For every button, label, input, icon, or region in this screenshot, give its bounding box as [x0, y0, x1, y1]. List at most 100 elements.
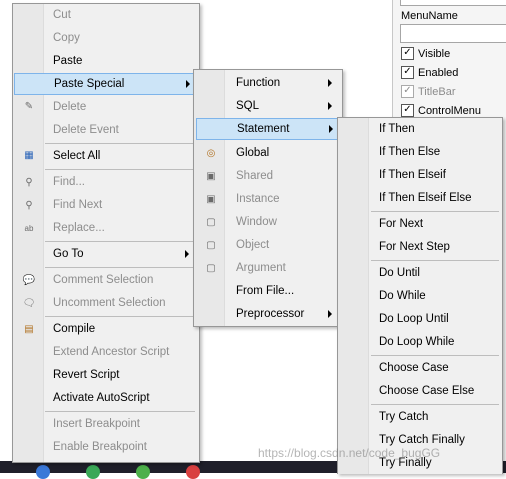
menu-item-statement[interactable]: Statement: [196, 118, 339, 140]
menu-item-if-then-elseif-else[interactable]: If Then Elseif Else: [379, 187, 471, 209]
argument-icon: ▢: [206, 263, 216, 274]
menu-item-revert-script[interactable]: Revert Script: [53, 364, 119, 386]
menu-item-label: Global: [236, 147, 270, 159]
menu-item-copy[interactable]: Copy: [53, 27, 80, 49]
controlmenu-checkbox[interactable]: ✓ ControlMenu: [401, 104, 481, 117]
menu-item-if-then-elseif[interactable]: If Then Elseif: [379, 164, 446, 186]
separator: [45, 267, 195, 268]
menu-item-label: Function: [236, 77, 281, 89]
menu-item-label: Revert Script: [53, 369, 120, 381]
menu-item-object[interactable]: Object: [236, 234, 269, 256]
taskbar-app-icon[interactable]: [36, 465, 50, 479]
menu-item-label: Cut: [53, 9, 71, 21]
checkbox-label: Enabled: [418, 66, 459, 79]
checkbox-icon: ✓: [401, 104, 414, 117]
menu-item-do-loop-while[interactable]: Do Loop While: [379, 331, 454, 353]
menu-item-window[interactable]: Window: [236, 211, 277, 233]
menu-item-sql[interactable]: SQL: [236, 95, 259, 117]
menu-item-do-loop-until[interactable]: Do Loop Until: [379, 308, 449, 330]
menu-item-label: Replace...: [53, 222, 105, 234]
menu-item-if-then[interactable]: If Then: [379, 118, 415, 140]
visible-checkbox[interactable]: ✓ Visible: [401, 47, 450, 60]
menu-item-enable-breakpoint[interactable]: Enable Breakpoint: [53, 436, 147, 458]
menu-item-insert-breakpoint[interactable]: Insert Breakpoint: [53, 413, 140, 435]
checkbox-label: TitleBar: [418, 85, 456, 98]
taskbar-app-icon[interactable]: [186, 465, 200, 479]
taskbar-app-icon[interactable]: [86, 465, 100, 479]
eraser-icon: ✎: [24, 101, 34, 112]
menuname-field[interactable]: [400, 24, 506, 43]
menu-item-activate-autoscript[interactable]: Activate AutoScript: [53, 387, 150, 409]
menu-item-label: Go To: [53, 248, 84, 260]
menu-item-go-to[interactable]: Go To: [53, 243, 83, 265]
menu-item-label: Try Catch: [379, 411, 429, 423]
menu-item-from-file[interactable]: From File...: [236, 280, 294, 302]
separator: [45, 169, 195, 170]
menu-item-compile[interactable]: Compile: [53, 318, 95, 340]
menu-item-extend-ancestor-script[interactable]: Extend Ancestor Script: [53, 341, 169, 363]
top-field[interactable]: [400, 0, 506, 6]
menu-item-preprocessor[interactable]: Preprocessor: [236, 303, 304, 325]
separator: [371, 260, 499, 261]
menu-item-try-catch[interactable]: Try Catch: [379, 406, 428, 428]
menu-item-label: Comment Selection: [53, 274, 154, 286]
object-icon: ▢: [206, 240, 216, 251]
enabled-checkbox[interactable]: ✓ Enabled: [401, 66, 458, 79]
menu-gutter: [338, 118, 369, 474]
separator: [371, 211, 499, 212]
menu-item-function[interactable]: Function: [236, 72, 280, 94]
instance-icon: ▣: [206, 194, 216, 205]
window-icon: ▢: [206, 217, 216, 228]
menu-item-label: Statement: [237, 123, 290, 135]
menu-item-cut[interactable]: Cut: [53, 4, 71, 26]
menu-item-delete-event[interactable]: Delete Event: [53, 119, 119, 141]
menu-item-label: Enable Breakpoint: [53, 441, 147, 453]
menu-item-global[interactable]: Global: [236, 142, 269, 164]
menu-item-uncomment-selection[interactable]: Uncomment Selection: [53, 292, 166, 314]
menu-item-label: Argument: [236, 262, 286, 274]
menu-item-find[interactable]: Find...: [53, 171, 85, 193]
menu-item-label: Extend Ancestor Script: [53, 346, 170, 358]
menu-item-label: Do Loop While: [379, 336, 455, 348]
menu-item-paste[interactable]: Paste: [53, 50, 82, 72]
menu-item-label: Object: [236, 239, 270, 251]
submenu-arrow-icon: [185, 250, 189, 258]
checkbox-label: ControlMenu: [418, 104, 481, 117]
menu-item-replace[interactable]: Replace...: [53, 217, 105, 239]
menu-item-label: If Then Elseif: [379, 169, 446, 181]
menu-item-if-then-else[interactable]: If Then Else: [379, 141, 440, 163]
menu-item-label: Uncomment Selection: [53, 297, 166, 309]
menu-item-choose-case-else[interactable]: Choose Case Else: [379, 380, 474, 402]
titlebar-checkbox[interactable]: ✓ TitleBar: [401, 85, 456, 98]
menu-item-label: Preprocessor: [236, 308, 305, 320]
menu-item-for-next-step[interactable]: For Next Step: [379, 236, 450, 258]
menu-item-label: For Next: [379, 218, 424, 230]
menu-item-label: Find...: [53, 176, 85, 188]
menu-item-select-all[interactable]: Select All: [53, 145, 100, 167]
select-all-icon: ▦: [24, 150, 34, 161]
submenu-arrow-icon: [329, 125, 333, 133]
menu-item-label: Try Catch Finally: [379, 434, 465, 446]
separator: [45, 241, 195, 242]
menu-item-comment-selection[interactable]: Comment Selection: [53, 269, 153, 291]
menu-item-do-until[interactable]: Do Until: [379, 262, 420, 284]
menu-item-label: Paste Special: [54, 78, 125, 90]
menu-item-label: For Next Step: [379, 241, 450, 253]
menu-item-label: Find Next: [53, 199, 103, 211]
find-next-icon: ⚲: [25, 200, 33, 211]
checkbox-icon: ✓: [401, 66, 414, 79]
menu-item-instance[interactable]: Instance: [236, 188, 279, 210]
binoculars-icon: ⚲: [25, 177, 33, 188]
menu-item-do-while[interactable]: Do While: [379, 285, 426, 307]
menu-item-for-next[interactable]: For Next: [379, 213, 423, 235]
menu-item-shared[interactable]: Shared: [236, 165, 273, 187]
taskbar-app-icon[interactable]: [136, 465, 150, 479]
paste-special-submenu: Function SQL Statement ◎ Global ▣ Shared…: [193, 69, 343, 327]
menu-item-paste-special[interactable]: Paste Special: [14, 73, 195, 95]
menu-item-find-next[interactable]: Find Next: [53, 194, 102, 216]
menu-item-choose-case[interactable]: Choose Case: [379, 357, 449, 379]
menu-item-argument[interactable]: Argument: [236, 257, 286, 279]
statement-submenu: If Then If Then Else If Then Elseif If T…: [337, 117, 503, 474]
menu-item-delete[interactable]: Delete: [53, 96, 86, 118]
checkbox-label: Visible: [418, 47, 451, 60]
